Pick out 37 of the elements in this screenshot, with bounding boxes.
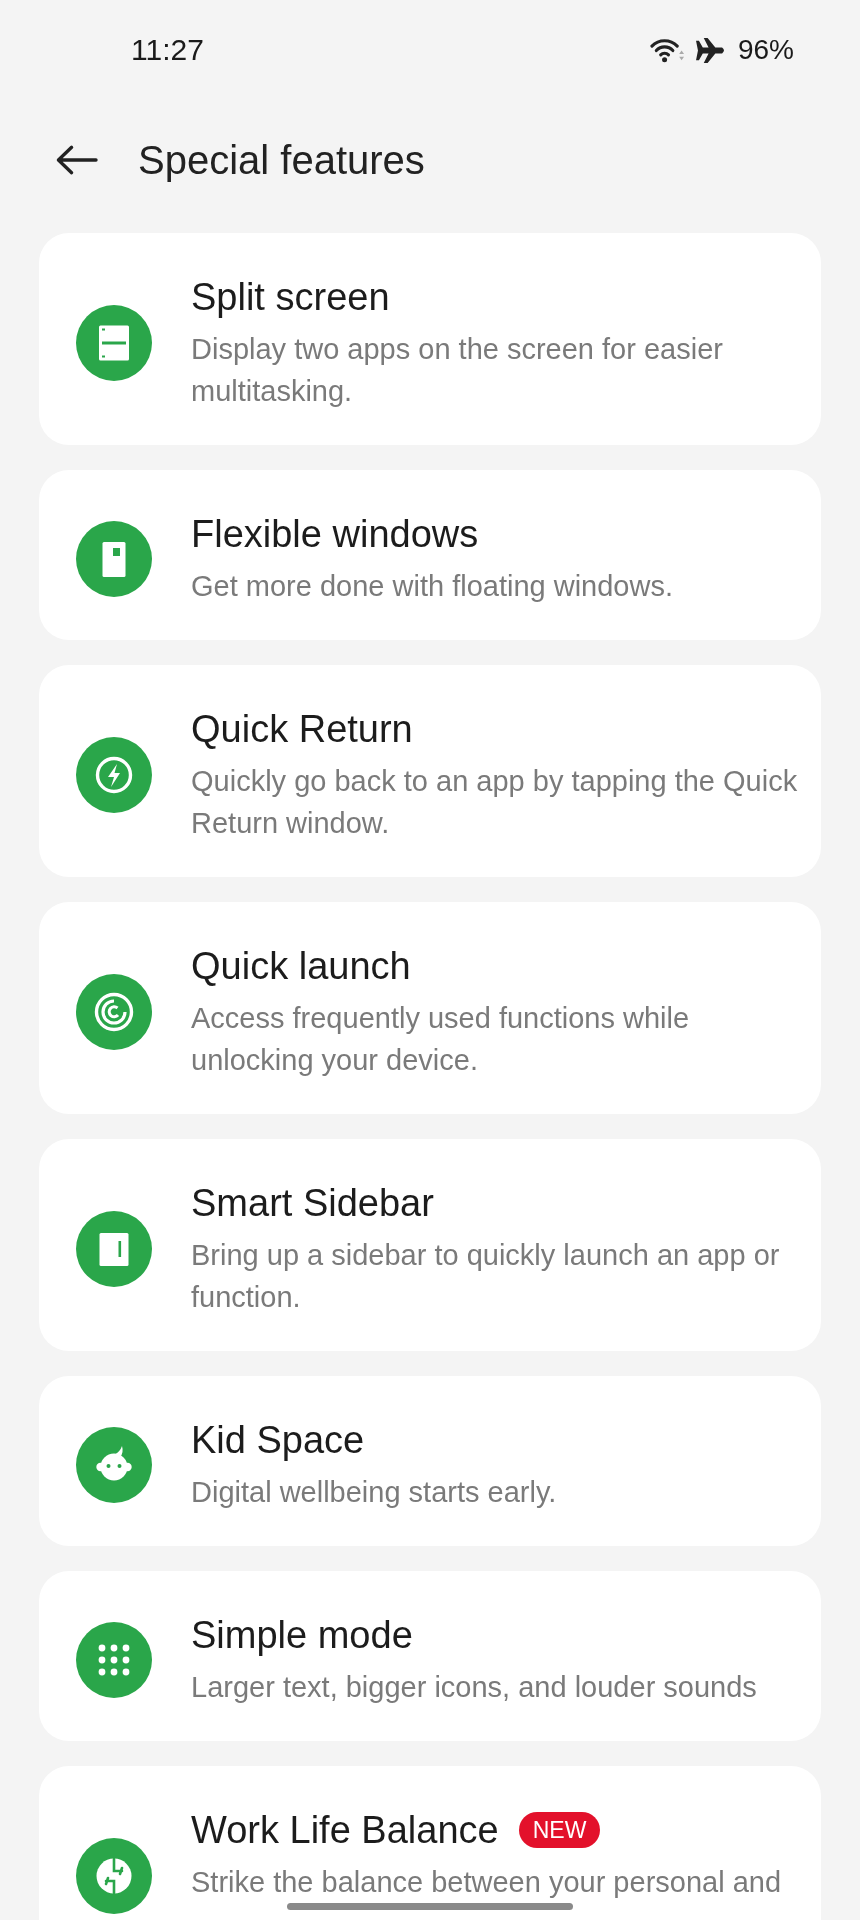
feature-card[interactable]: Kid Space Digital wellbeing starts early. [39, 1376, 821, 1546]
feature-title: Quick Return [191, 707, 413, 752]
feature-description: Display two apps on the screen for easier multitasking. [191, 332, 724, 409]
feature-title: Split screen [191, 275, 390, 320]
split-circle-icon [76, 1838, 152, 1914]
feature-card[interactable]: Quick Return Quickly go back to an app by tapping the Quick Return window. [39, 665, 821, 877]
battery-percentage: 96% [737, 34, 794, 66]
feature-title: Smart Sidebar [191, 1181, 434, 1226]
feature-title: Simple mode [191, 1613, 413, 1658]
feature-title: Quick launch [191, 944, 411, 989]
back-arrow-icon[interactable] [55, 144, 98, 176]
baby-face-icon [76, 1427, 152, 1503]
feature-description: Larger text, bigger icons, and louder sounds [191, 1670, 758, 1705]
feature-title: Flexible windows [191, 512, 479, 557]
feature-card[interactable]: Split screen Display two apps on the screen for easier multitasking. [39, 233, 821, 445]
feature-description: Get more done with floating windows. [191, 569, 674, 604]
page-title: Special features [138, 137, 425, 183]
feature-title: Work Life Balance [191, 1808, 499, 1853]
concentric-rings-icon [76, 974, 152, 1050]
feature-card[interactable]: Smart Sidebar Bring up a sidebar to quickly launch an app or function. [39, 1139, 821, 1351]
new-badge: NEW [518, 1812, 601, 1848]
feature-card[interactable]: Quick launch Access frequently used functions while unlocking your device. [39, 902, 821, 1114]
feature-description: Digital wellbeing starts early. [191, 1475, 558, 1510]
status-time: 11:27 [131, 33, 204, 67]
feature-card[interactable]: Work Life Balance NEW Strike the balance between your personal and [39, 1766, 821, 1920]
sidebar-icon [76, 1211, 152, 1287]
feature-description: Strike the balance between your personal and [191, 1865, 783, 1900]
split-panel-icon [76, 305, 152, 381]
feature-description: Bring up a sidebar to quickly launch an app or function. [191, 1238, 781, 1315]
feature-card[interactable]: Flexible windows Get more done with floating windows. [39, 470, 821, 640]
window-icon [76, 521, 152, 597]
lightning-icon [76, 737, 152, 813]
feature-title: Kid Space [191, 1418, 365, 1463]
feature-description: Access frequently used functions while unlocking your device. [191, 1001, 691, 1078]
dot-grid-icon [76, 1622, 152, 1698]
feature-description: Quickly go back to an app by tapping the Quick Return window. [191, 764, 799, 841]
feature-card[interactable]: Simple mode Larger text, bigger icons, and louder sounds [39, 1571, 821, 1741]
